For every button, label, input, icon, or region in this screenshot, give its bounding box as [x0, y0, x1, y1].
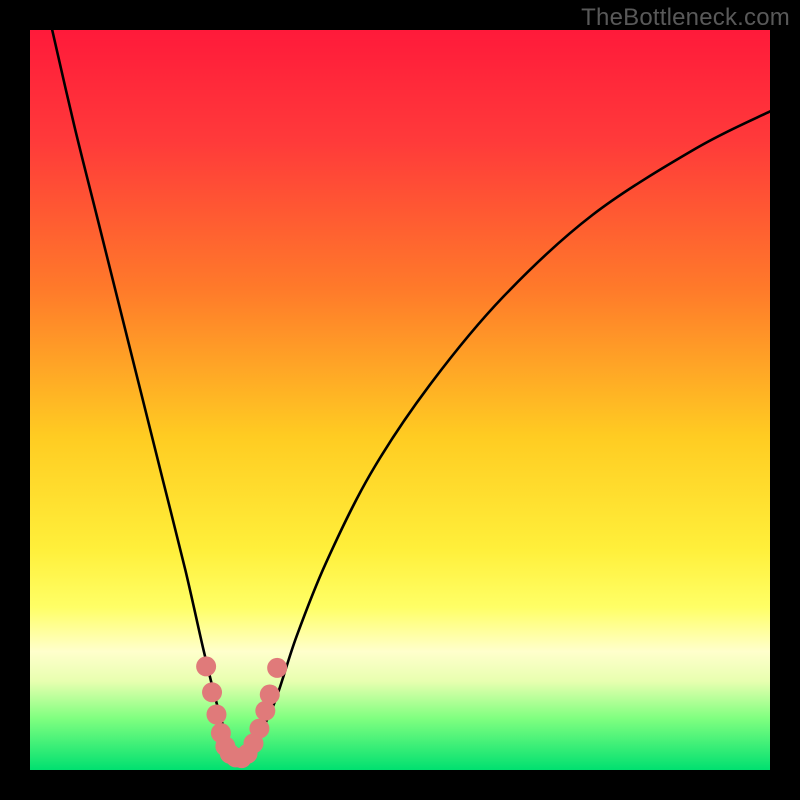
chart-frame: TheBottleneck.com	[0, 0, 800, 800]
highlight-markers	[196, 656, 287, 768]
marker-dot	[260, 685, 280, 705]
watermark-text: TheBottleneck.com	[581, 4, 790, 32]
bottleneck-curve	[52, 30, 770, 759]
marker-dot	[267, 658, 287, 678]
curve-layer	[30, 30, 770, 770]
marker-dot	[202, 682, 222, 702]
marker-dot	[206, 705, 226, 725]
marker-dot	[249, 719, 269, 739]
plot-area	[30, 30, 770, 770]
marker-dot	[196, 656, 216, 676]
